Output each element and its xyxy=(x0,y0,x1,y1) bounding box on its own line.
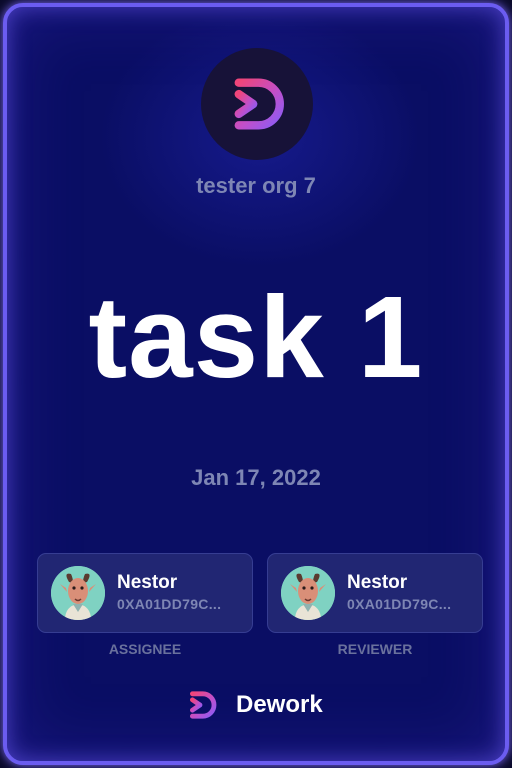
dework-logo-icon xyxy=(234,78,284,130)
goat-avatar-icon xyxy=(51,566,105,620)
reviewer-name: Nestor xyxy=(347,572,408,593)
org-logo xyxy=(201,48,313,160)
task-date: Jan 17, 2022 xyxy=(191,465,321,490)
goat-avatar-icon xyxy=(281,566,335,620)
assignee-avatar xyxy=(51,566,105,620)
dework-logo-icon xyxy=(190,691,217,719)
brand-name: Dework xyxy=(236,691,323,718)
task-title: task 1 xyxy=(88,272,424,402)
reviewer-card[interactable]: Nestor 0XA01DD79C... xyxy=(267,553,483,633)
assignee-name: Nestor xyxy=(117,572,178,593)
assignee-address: 0XA01DD79C... xyxy=(117,596,222,612)
task-card: tester org 7 task 1 Jan 17, 2022 Nestor … xyxy=(3,3,509,765)
assignee-label: ASSIGNEE xyxy=(108,641,182,657)
reviewer-address: 0XA01DD79C... xyxy=(347,596,452,612)
org-name: tester org 7 xyxy=(196,173,316,198)
reviewer-label: REVIEWER xyxy=(337,641,413,657)
reviewer-avatar xyxy=(281,566,335,620)
assignee-card[interactable]: Nestor 0XA01DD79C... xyxy=(37,553,253,633)
brand[interactable]: Dework xyxy=(182,685,323,725)
